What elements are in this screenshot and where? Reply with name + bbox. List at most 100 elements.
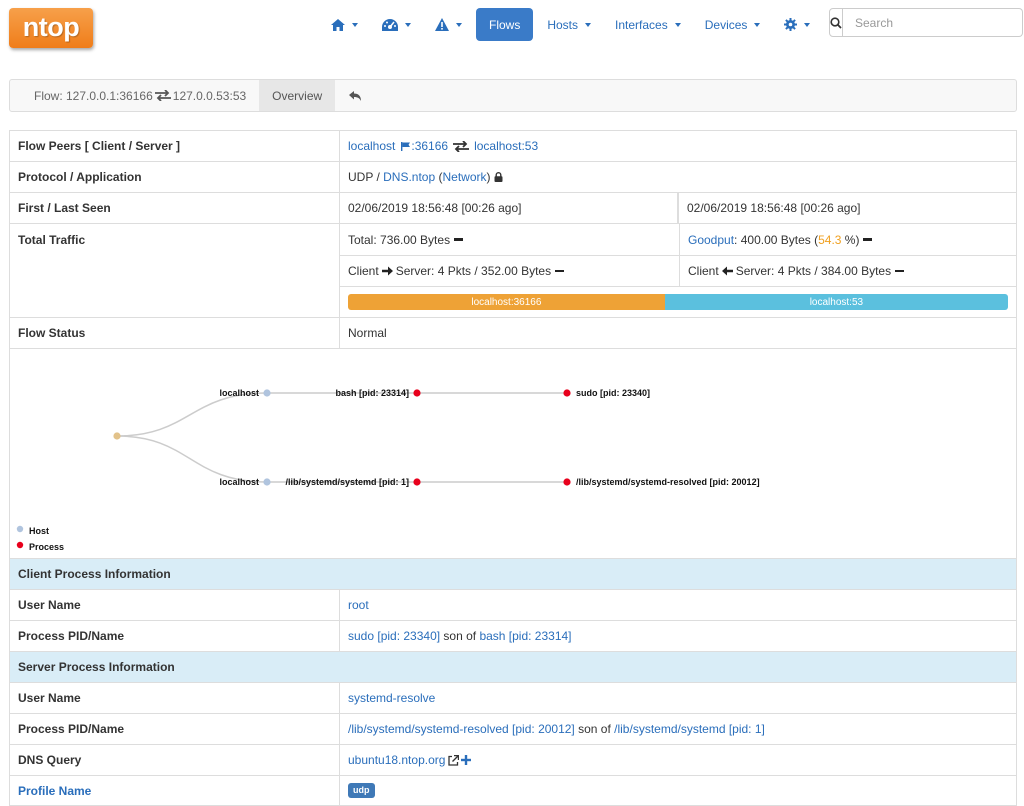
graph-process-node <box>563 478 571 486</box>
client-process-title: Client Process Information <box>9 559 1017 589</box>
category-link[interactable]: Network <box>443 170 487 184</box>
server-process-header: Server Process Information <box>9 651 1017 682</box>
chevron-down-icon <box>405 22 411 27</box>
top-navbar: ntop Flows Hosts Interfaces Devices <box>0 0 1024 56</box>
nav-home[interactable] <box>321 8 368 41</box>
minus-icon <box>555 269 565 273</box>
server-port-link[interactable]: :53 <box>521 139 538 153</box>
row-protocol: Protocol / Application UDP / DNS.ntop ( … <box>9 161 1017 192</box>
goodput-link[interactable]: Goodput <box>688 233 734 247</box>
row-client-user: User Name root <box>9 589 1017 620</box>
nav-settings[interactable] <box>774 8 820 41</box>
graph-link-root-host1 <box>116 392 268 437</box>
graph-root-node <box>113 432 121 440</box>
server-user-label: User Name <box>9 683 339 713</box>
protocol-text: UDP / <box>348 170 384 184</box>
profile-badge: udp <box>348 783 375 798</box>
chevron-down-icon <box>585 22 592 27</box>
back-button[interactable] <box>335 80 375 111</box>
dns-query-link[interactable]: ubuntu18.ntop.org <box>348 753 445 767</box>
breadcrumb-flow-client: Flow: 127.0.0.1:36166 <box>34 88 153 103</box>
minus-icon <box>863 238 873 241</box>
client-user-link[interactable]: root <box>348 598 369 612</box>
first-seen-value: 02/06/2019 18:56:48 [00:26 ago] <box>339 193 678 223</box>
breadcrumb-flow-server: 127.0.0.53:53 <box>172 88 247 103</box>
client-process-link[interactable]: sudo [pid: 23340] <box>348 629 440 643</box>
graph-link-root-host2 <box>116 435 268 483</box>
nav-hosts[interactable]: Hosts <box>537 8 601 41</box>
profile-name-label[interactable]: Profile Name <box>9 776 339 805</box>
row-profile-name: Profile Name udp <box>9 775 1017 806</box>
s2c-prefix: Client <box>688 264 719 278</box>
legend-host-dot <box>16 525 24 533</box>
client-port-link[interactable]: :36166 <box>411 139 448 153</box>
paren-open: ( <box>435 170 443 184</box>
reply-icon <box>349 90 362 101</box>
traffic-values: Total: 736.00 Bytes Goodput : 400.00 Byt… <box>339 224 1017 317</box>
bar-client-segment: localhost:36166 <box>348 294 665 310</box>
arrow-left-icon <box>721 266 733 276</box>
exchange-icon <box>154 90 171 101</box>
breadcrumb-title: Flow: 127.0.0.1:36166 127.0.0.53:53 <box>10 80 259 111</box>
nav-alerts[interactable] <box>425 8 472 41</box>
server-pid-value: /lib/systemd/systemd-resolved [pid: 2001… <box>339 714 1017 744</box>
server-process-link[interactable]: /lib/systemd/systemd-resolved [pid: 2001… <box>348 722 575 736</box>
client-to-server: Client Server: 4 Pkts / 352.00 Bytes <box>340 256 679 286</box>
client-user-label: User Name <box>9 590 339 620</box>
goodput-suffix: %) <box>841 232 860 247</box>
total-bytes-text: Total: 736.00 Bytes <box>348 232 451 247</box>
nav-dashboard[interactable] <box>372 8 421 41</box>
search-group <box>829 8 1023 37</box>
total-bytes: Total: 736.00 Bytes <box>340 224 679 255</box>
lock-icon <box>494 172 503 182</box>
server-user-link[interactable]: systemd-resolve <box>348 691 435 705</box>
graph-host-node <box>263 389 271 397</box>
process-tree-svg: localhost bash [pid: 23314] sudo [pid: 2… <box>16 388 760 552</box>
app-link[interactable]: DNS.ntop <box>383 170 435 184</box>
tab-overview[interactable]: Overview <box>259 80 336 111</box>
legend-process-dot <box>16 541 24 549</box>
server-to-client: Client Server: 4 Pkts / 384.00 Bytes <box>679 256 1016 286</box>
plus-icon[interactable] <box>461 755 472 765</box>
legend-process-label: Process <box>29 542 64 552</box>
server-parent-link[interactable]: /lib/systemd/systemd [pid: 1] <box>614 722 765 736</box>
s2c-suffix: Server: 4 Pkts / 384.00 Bytes <box>735 264 892 278</box>
server-host-link[interactable]: localhost <box>474 139 521 153</box>
nav-devices[interactable]: Devices <box>695 8 771 41</box>
server-user-value: systemd-resolve <box>339 683 1017 713</box>
arrow-right-icon <box>381 266 393 276</box>
alert-icon <box>435 18 449 31</box>
graph-label-host2: localhost <box>219 477 259 487</box>
graph-label-proc2: sudo [pid: 23340] <box>576 388 650 398</box>
search-input[interactable] <box>843 8 1023 37</box>
nav-devices-label: Devices <box>704 17 748 32</box>
nav-flows[interactable]: Flows <box>476 8 534 41</box>
row-first-last-seen: First / Last Seen 02/06/2019 18:56:48 [0… <box>9 192 1017 223</box>
bar-server-segment: localhost:53 <box>664 294 1008 310</box>
flow-peers-value: localhost :36166 localhost:53 <box>339 131 1017 161</box>
client-host-link[interactable]: localhost <box>348 139 395 153</box>
chevron-down-icon <box>804 22 811 27</box>
goodput: Goodput : 400.00 Bytes ( 54.3 %) <box>679 224 1016 255</box>
client-process-header: Client Process Information <box>9 558 1017 589</box>
row-flow-status: Flow Status Normal <box>9 317 1017 348</box>
paren-close: ) <box>486 170 491 184</box>
row-flow-peers: Flow Peers [ Client / Server ] localhost… <box>9 130 1017 161</box>
graph-label-host1: localhost <box>219 388 259 398</box>
flow-breadcrumb: Flow: 127.0.0.1:36166 127.0.0.53:53 Over… <box>9 79 1017 112</box>
profile-name-value: udp <box>339 776 1017 805</box>
flag-icon <box>401 141 411 151</box>
server-pid-label: Process PID/Name <box>9 714 339 744</box>
flow-status-value: Normal <box>339 318 1017 348</box>
row-total-traffic: Total Traffic Total: 736.00 Bytes Goodpu… <box>9 223 1017 317</box>
nav-hosts-label: Hosts <box>547 17 579 32</box>
goodput-value: : 400.00 Bytes ( <box>734 232 819 247</box>
search-button[interactable] <box>829 8 843 37</box>
client-parent-link[interactable]: bash [pid: 23314] <box>479 629 571 643</box>
client-pid-value: sudo [pid: 23340] son of bash [pid: 2331… <box>339 621 1017 651</box>
nav-interfaces[interactable]: Interfaces <box>605 8 691 41</box>
client-user-value: root <box>339 590 1017 620</box>
ntop-logo[interactable]: ntop <box>9 8 93 48</box>
flow-peers-label: Flow Peers [ Client / Server ] <box>9 131 339 161</box>
external-link-icon[interactable] <box>448 754 460 766</box>
